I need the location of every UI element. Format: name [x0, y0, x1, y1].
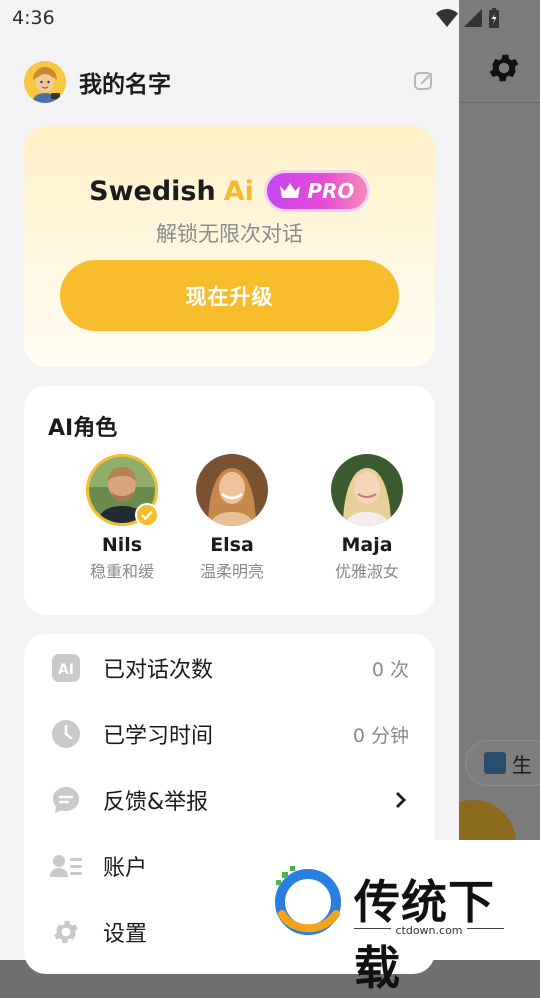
profile-header[interactable]: 我的名字 — [24, 60, 436, 104]
pro-title: Swedish Ai PRO — [24, 170, 435, 212]
role-elsa[interactable]: Elsa 温柔明亮 — [177, 454, 287, 582]
watermark: 传统下载 ctdown.com — [258, 840, 540, 995]
gear-icon — [50, 916, 82, 948]
upgrade-button[interactable]: 现在升级 — [60, 260, 399, 331]
roles-title: AI角色 — [48, 416, 118, 441]
menu-label: 已学习时间 — [103, 724, 214, 749]
menu-label: 设置 — [103, 922, 148, 947]
status-bar: 4:36 — [0, 0, 540, 36]
status-time: 4:36 — [12, 7, 55, 29]
ai-icon: AI — [50, 652, 82, 684]
watermark-url-row: ctdown.com — [354, 924, 504, 937]
book-icon — [484, 752, 506, 774]
role-name: Elsa — [210, 534, 254, 556]
avatar-illustration — [24, 61, 66, 103]
menu-label: 反馈&举报 — [103, 790, 209, 815]
menu-label: 账户 — [103, 856, 148, 881]
clock-icon — [50, 718, 82, 750]
background-divider — [459, 102, 540, 103]
menu-value: 0 分钟 — [352, 724, 409, 747]
role-desc: 优雅淑女 — [334, 562, 399, 581]
svg-text:AI: AI — [58, 662, 74, 678]
role-avatar — [86, 454, 159, 527]
pro-badge-label: PRO — [307, 179, 355, 203]
role-nils[interactable]: Nils 稳重和缓 — [67, 454, 177, 582]
role-desc: 稳重和缓 — [89, 562, 154, 581]
watermark-logo — [275, 866, 341, 935]
role-maja[interactable]: Maja 优雅淑女 — [312, 454, 422, 582]
selected-check-icon — [135, 503, 159, 527]
username: 我的名字 — [79, 72, 171, 98]
watermark-url: ctdown.com — [391, 924, 467, 937]
role-desc: 温柔明亮 — [199, 562, 264, 581]
menu-label: 已对话次数 — [103, 658, 214, 683]
brand-name: Swedish — [89, 175, 216, 207]
background-chip-label: 生 — [512, 752, 532, 777]
account-icon — [50, 850, 82, 882]
pro-badge: PRO — [263, 170, 370, 212]
wifi-icon — [436, 9, 458, 27]
gear-icon[interactable] — [486, 50, 522, 86]
role-avatar — [196, 454, 268, 526]
crown-icon — [280, 183, 301, 198]
background-chip[interactable]: 生 — [465, 740, 540, 786]
chat-bubble-icon — [50, 784, 82, 816]
brand-ai: Ai — [223, 175, 254, 207]
menu-value: 0 次 — [371, 658, 409, 681]
role-avatar — [331, 454, 403, 526]
status-icons — [436, 8, 500, 28]
pro-upgrade-card: Swedish Ai PRO 解锁无限次对话 现在升级 — [24, 126, 435, 367]
role-name: Nils — [101, 534, 143, 556]
edit-icon[interactable] — [412, 69, 436, 93]
ai-roles-card: AI角色 Nils 稳重和缓 Elsa 温柔明亮 Maja 优雅淑女 — [24, 386, 435, 615]
avatar[interactable] — [24, 61, 66, 103]
menu-item-chat-count[interactable]: AI 已对话次数 0 次 — [24, 635, 435, 701]
battery-icon — [489, 8, 499, 28]
chevron-right-icon — [396, 792, 406, 808]
signal-icon — [464, 9, 482, 27]
menu-item-feedback[interactable]: 反馈&举报 — [24, 767, 435, 833]
role-name: Maja — [341, 534, 393, 556]
menu-item-study-time[interactable]: 已学习时间 0 分钟 — [24, 701, 435, 767]
pro-subtitle: 解锁无限次对话 — [156, 222, 303, 246]
side-drawer: 我的名字 Swedish Ai PRO 解锁无限次对话 现在升级 AI角色 Ni… — [0, 0, 459, 974]
